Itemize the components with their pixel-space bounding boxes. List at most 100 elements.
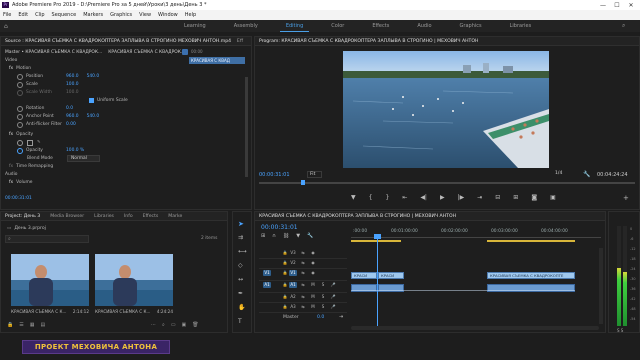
timeline-ruler[interactable]: :00:00 00:01:00:00 00:02:00:00 00:03:00:… — [351, 228, 601, 238]
type-tool-icon[interactable]: T — [238, 318, 242, 325]
blend-mode-select[interactable]: Normal — [67, 155, 100, 162]
automate-icon[interactable]: ⋯ — [151, 322, 156, 328]
antiflicker-value[interactable]: 0.00 — [66, 122, 76, 127]
new-bin-icon[interactable]: ▭ — [171, 322, 176, 328]
tab-effect-controls[interactable]: Eff — [237, 39, 243, 44]
project-clip-thumbnail[interactable] — [95, 254, 173, 306]
track-lock-icon[interactable]: 🔒 — [281, 250, 289, 256]
rectangle-mask-icon[interactable] — [27, 139, 33, 146]
track-lock-icon[interactable]: 🔒 — [281, 260, 289, 266]
menu-sequence[interactable]: Sequence — [52, 12, 77, 18]
video-clip[interactable]: КРАСИВАЯ СЪЕМКА С КВАДРОКОПТЕ — [487, 272, 575, 279]
effect-controls-scrollbar[interactable] — [245, 77, 248, 177]
timeline-timecode[interactable]: 00:00:31:01 — [261, 224, 298, 231]
stopwatch-icon[interactable] — [17, 81, 23, 88]
tab-project[interactable]: Project: День 3 — [5, 214, 40, 219]
add-marker-icon[interactable]: ▼ — [351, 194, 356, 201]
eye-icon[interactable]: ◉ — [309, 270, 317, 276]
go-to-in-icon[interactable]: ⇤ — [402, 194, 407, 201]
icon-view-icon[interactable]: ▦ — [30, 322, 35, 328]
stopwatch-icon[interactable] — [17, 73, 23, 80]
pen-tool-icon[interactable]: ✒ — [238, 290, 243, 297]
playback-resolution-select[interactable]: 1/4 — [555, 171, 562, 176]
pen-mask-icon[interactable]: ✎ — [37, 140, 41, 145]
sync-lock-icon[interactable]: ⇆ — [299, 250, 307, 256]
maximize-button[interactable]: ☐ — [610, 2, 624, 9]
stopwatch-icon[interactable] — [17, 147, 23, 154]
menu-window[interactable]: Window — [158, 12, 178, 18]
sync-lock-icon[interactable]: ⇆ — [299, 294, 307, 300]
program-timecode[interactable]: 00:00:31:01 — [259, 172, 290, 178]
list-view-icon[interactable]: ☰ — [19, 322, 23, 328]
track-label[interactable]: V2 — [289, 260, 297, 266]
mute-button[interactable]: M — [309, 294, 317, 300]
playhead-handle[interactable] — [374, 234, 381, 239]
lock-icon[interactable]: 🔒 — [7, 322, 13, 328]
project-clip-thumbnail[interactable] — [11, 254, 89, 306]
home-icon[interactable]: ⌂ — [4, 23, 8, 30]
tab-libraries[interactable]: Libraries — [94, 214, 114, 219]
uniform-scale-checkbox[interactable] — [89, 98, 94, 103]
workspace-audio[interactable]: Audio — [411, 21, 437, 32]
wrench-icon[interactable]: 🔧 — [583, 171, 590, 178]
find-icon[interactable]: ⌕ — [162, 322, 165, 328]
position-x-value[interactable]: 960.0 — [66, 74, 79, 79]
step-forward-icon[interactable]: |▶ — [458, 194, 465, 201]
minimize-button[interactable]: — — [596, 2, 610, 9]
new-item-icon[interactable]: ▣ — [182, 322, 187, 328]
time-remap-row[interactable]: fx Time Remapping — [9, 163, 53, 170]
menu-view[interactable]: View — [139, 12, 151, 18]
workspace-effects[interactable]: Effects — [366, 21, 395, 32]
selection-tool-icon[interactable]: ➤ — [238, 220, 244, 228]
clip-path-right[interactable]: КРАСИВАЯ СЪЕМКА С КВАДРОК... — [108, 50, 185, 55]
linked-selection-icon[interactable]: ⛓ — [283, 233, 289, 239]
timeline-vertical-scrollbar[interactable] — [599, 248, 603, 324]
nest-toggle-icon[interactable]: ⊞ — [261, 233, 265, 239]
anchor-x-value[interactable]: 960.0 — [66, 114, 79, 119]
sync-lock-icon[interactable]: ⇆ — [299, 260, 307, 266]
go-to-next-edit-icon[interactable]: ⇥ — [339, 314, 343, 320]
track-select-tool-icon[interactable]: ⇉ — [238, 234, 243, 241]
play-icon[interactable]: ▶ — [440, 194, 445, 201]
work-area-bar[interactable] — [487, 240, 575, 242]
lift-icon[interactable]: ⊟ — [495, 194, 500, 201]
menu-clip[interactable]: Clip — [35, 12, 44, 18]
menu-markers[interactable]: Markers — [83, 12, 103, 18]
snap-icon[interactable]: ∩ — [272, 233, 276, 239]
mini-timeline-clip[interactable]: КРАСИВАЯ С КВАД — [189, 57, 245, 64]
menu-edit[interactable]: Edit — [18, 12, 28, 18]
eye-icon[interactable]: ◉ — [309, 260, 317, 266]
solo-meter-buttons[interactable]: S S — [617, 328, 623, 333]
opacity-value[interactable]: 100.0 % — [66, 148, 84, 153]
track-label[interactable]: A1 — [289, 282, 297, 288]
source-patch-v1[interactable]: V1 — [263, 270, 271, 276]
anchor-y-value[interactable]: 540.0 — [87, 114, 100, 119]
timeline-sequence-tab[interactable]: КРАСИВАЯ СЪЕМКА С КВАДРОКОПТЕРА ЗАПЛЫВА … — [259, 214, 456, 219]
project-search-input[interactable]: ⌕ — [5, 235, 89, 243]
stopwatch-icon[interactable] — [17, 113, 23, 120]
freeform-view-icon[interactable]: ▤ — [40, 322, 45, 328]
clear-icon[interactable]: 🗑 — [192, 322, 198, 328]
track-label[interactable]: A2 — [289, 294, 297, 300]
tab-effects[interactable]: Effects — [143, 214, 159, 219]
solo-button[interactable]: S — [319, 282, 327, 288]
timeline-horizontal-scrollbar[interactable] — [351, 326, 599, 330]
mute-button[interactable]: M — [309, 304, 317, 310]
menu-graphics[interactable]: Graphics — [110, 12, 132, 18]
slip-tool-icon[interactable]: ↔ — [238, 276, 243, 283]
program-monitor-title[interactable]: Program: КРАСИВАЯ СЪЕМКА С КВАДРОКОПТЕРА… — [259, 39, 478, 44]
workspace-assembly[interactable]: Assembly — [228, 21, 264, 32]
close-button[interactable]: ✕ — [624, 2, 638, 9]
workspace-editing[interactable]: Editing — [279, 21, 310, 32]
eye-icon[interactable]: ◉ — [309, 250, 317, 256]
volume-row[interactable]: fx Volume — [9, 179, 33, 186]
tab-info[interactable]: Info — [124, 214, 133, 219]
workspace-learning[interactable]: Learning — [178, 21, 212, 32]
workspace-graphics[interactable]: Graphics — [454, 21, 488, 32]
search-icon[interactable]: ⌕ — [622, 22, 625, 30]
play-toggle-icon[interactable] — [182, 49, 188, 55]
sync-lock-icon[interactable]: ⇆ — [299, 270, 307, 276]
rotation-value[interactable]: 0.0 — [66, 106, 73, 111]
workspace-libraries[interactable]: Libraries — [504, 21, 538, 32]
mute-button[interactable]: M — [309, 282, 317, 288]
